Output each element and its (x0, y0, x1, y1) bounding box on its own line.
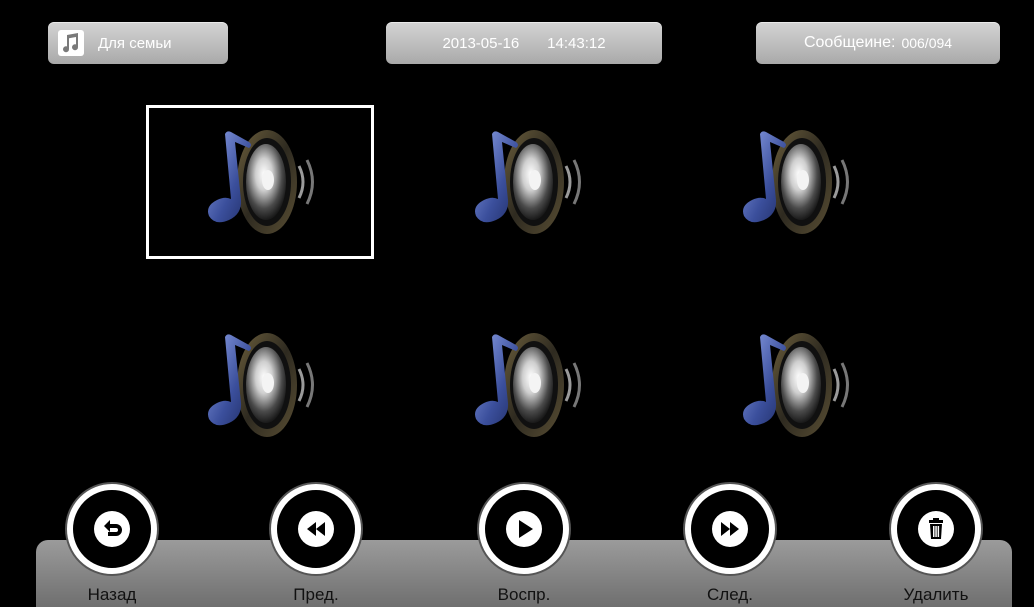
message-label: Сообщеине: (803, 34, 896, 51)
music-speaker-icon (195, 325, 325, 445)
rewind-icon (298, 511, 334, 547)
music-file-tile-3[interactable] (681, 105, 909, 259)
date-text: 2013-05-16 (442, 34, 520, 52)
delete-button[interactable]: Удалить (866, 484, 1006, 607)
time-text: 14:43:12 (547, 34, 606, 52)
next-button-circle (685, 484, 775, 574)
music-speaker-icon (462, 122, 592, 242)
next-label: След. (707, 585, 753, 604)
back-label: Назад (87, 585, 137, 604)
music-file-tile-6[interactable] (681, 308, 909, 462)
play-label: Воспр. (497, 585, 551, 604)
music-speaker-icon (730, 122, 860, 242)
next-button[interactable]: След. (660, 484, 800, 607)
prev-label: Пред. (293, 585, 339, 604)
music-file-tile-5[interactable] (413, 308, 641, 462)
datetime-display: 2013-05-16 14:43:12 (386, 22, 662, 64)
music-speaker-icon (730, 325, 860, 445)
delete-label: Удалить (903, 585, 969, 604)
music-note-icon (58, 30, 84, 56)
prev-button[interactable]: Пред. (246, 484, 386, 607)
back-button[interactable]: Назад (42, 484, 182, 607)
music-browser-screen: Для семьи 2013-05-16 14:43:12 Сообщеине:… (0, 0, 1034, 607)
delete-button-circle (891, 484, 981, 574)
folder-badge: Для семьи (48, 22, 228, 64)
prev-button-circle (271, 484, 361, 574)
music-speaker-icon (195, 122, 325, 242)
trash-icon (918, 511, 954, 547)
play-icon (506, 511, 542, 547)
return-arrow-icon (94, 511, 130, 547)
play-button-circle (479, 484, 569, 574)
play-button[interactable]: Воспр. (454, 484, 594, 607)
back-button-circle (67, 484, 157, 574)
music-file-tile-4[interactable] (146, 308, 374, 462)
fast-forward-icon (712, 511, 748, 547)
folder-name: Для семьи (98, 34, 172, 52)
music-file-tile-2[interactable] (413, 105, 641, 259)
music-file-tile-1[interactable] (146, 105, 374, 259)
message-count: 006/094 (901, 35, 953, 51)
music-speaker-icon (462, 325, 592, 445)
message-counter: Сообщеине: 006/094 (756, 22, 1000, 64)
